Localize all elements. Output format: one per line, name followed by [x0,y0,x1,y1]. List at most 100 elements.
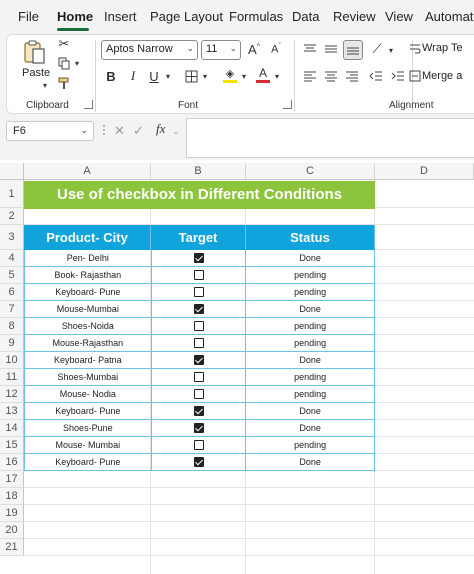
status-cell[interactable]: pending [246,335,375,351]
row-header[interactable]: 15 [0,437,24,454]
clipboard-launcher-icon[interactable] [84,100,93,109]
increase-font-size-button[interactable]: A^ [246,41,262,57]
target-cell[interactable] [152,318,247,334]
cancel-icon[interactable]: ✕ [114,123,125,139]
row-header[interactable]: 16 [0,454,24,471]
row-header[interactable]: 12 [0,386,24,403]
checkbox-unchecked[interactable] [193,321,204,331]
orientation-dropdown-icon[interactable]: ▾ [387,44,395,56]
target-cell[interactable] [152,403,247,419]
decrease-font-size-button[interactable]: Aˇ [268,41,284,57]
checkbox-unchecked[interactable] [193,338,204,348]
copy-dropdown-icon[interactable]: ▾ [73,58,81,68]
menu-data[interactable]: Data [292,9,319,24]
row-header[interactable]: 7 [0,301,24,318]
worksheet-grid[interactable]: A B C D 1 2 3 4 5 6 7 8 9 10 11 12 13 14 15 16 17 18 19 20 2… [0,163,474,574]
row-header[interactable]: 21 [0,539,24,556]
target-cell[interactable] [152,284,247,300]
column-header-b[interactable]: B [151,163,246,180]
more-options-icon[interactable]: ⋮ [98,123,110,137]
status-cell[interactable]: Done [246,403,375,419]
bold-button[interactable]: B [104,68,118,84]
row-header[interactable]: 9 [0,335,24,352]
decrease-indent-button[interactable] [367,67,385,85]
cut-button[interactable]: ✂ [57,36,71,51]
menu-file[interactable]: File [18,9,39,24]
status-cell[interactable]: Done [246,301,375,317]
checkbox-unchecked[interactable] [193,372,204,382]
column-header-d[interactable]: D [375,163,474,180]
product-city-cell[interactable]: Mouse-Mumbai [25,301,152,317]
wrap-text-button[interactable]: Wrap Te [422,42,463,54]
target-cell[interactable] [152,386,247,402]
align-left-button[interactable] [301,67,319,85]
fx-dropdown-icon[interactable]: ⌄ [172,126,180,137]
target-cell[interactable] [152,352,247,368]
row-header[interactable]: 6 [0,284,24,301]
fill-color-dropdown-icon[interactable]: ▾ [240,70,248,82]
menu-formulas[interactable]: Formulas [229,9,283,24]
product-city-cell[interactable]: Keyboard- Pune [25,454,152,470]
checkbox-checked[interactable] [193,423,204,433]
checkbox-checked[interactable] [193,355,204,365]
top-align-button[interactable] [301,40,319,58]
middle-align-button[interactable] [322,40,340,58]
row-header[interactable]: 1 [0,180,24,208]
product-city-cell[interactable]: Mouse- Mumbai [25,437,152,453]
checkbox-unchecked[interactable] [193,270,204,280]
column-header-a[interactable]: A [24,163,151,180]
status-cell[interactable]: pending [246,437,375,453]
target-cell[interactable] [152,420,247,436]
menu-insert[interactable]: Insert [104,9,137,24]
align-right-button[interactable] [343,67,361,85]
copy-button[interactable] [57,56,71,70]
row-header[interactable]: 11 [0,369,24,386]
menu-review[interactable]: Review [333,9,376,24]
paste-button[interactable] [22,38,48,66]
borders-button[interactable] [183,68,199,84]
product-city-cell[interactable]: Keyboard- Pune [25,284,152,300]
checkbox-checked[interactable] [193,457,204,467]
target-cell[interactable] [152,454,247,470]
checkbox-checked[interactable] [193,253,204,263]
paste-dropdown-icon[interactable]: ▾ [40,80,50,90]
status-cell[interactable]: pending [246,369,375,385]
row-header[interactable]: 17 [0,471,24,488]
header-target[interactable]: Target [151,225,246,250]
status-cell[interactable]: pending [246,318,375,334]
status-cell[interactable]: pending [246,267,375,283]
font-color-dropdown-icon[interactable]: ▾ [273,70,281,82]
underline-dropdown-icon[interactable]: ▾ [164,70,172,82]
borders-dropdown-icon[interactable]: ▾ [201,70,209,82]
product-city-cell[interactable]: Mouse- Nodia [25,386,152,402]
target-cell[interactable] [152,250,247,266]
row-header[interactable]: 14 [0,420,24,437]
formula-input[interactable] [186,118,474,158]
checkbox-unchecked[interactable] [193,440,204,450]
status-cell[interactable]: pending [246,284,375,300]
target-cell[interactable] [152,335,247,351]
select-all-corner[interactable] [0,163,24,180]
name-box[interactable]: F6 ⌄ [6,121,94,141]
product-city-cell[interactable]: Keyboard- Patna [25,352,152,368]
header-product-city[interactable]: Product- City [24,225,151,250]
product-city-cell[interactable]: Shoes-Noida [25,318,152,334]
font-color-button[interactable]: A [255,66,271,84]
merge-center-button[interactable]: Merge a [422,70,462,82]
row-header[interactable]: 18 [0,488,24,505]
header-status[interactable]: Status [246,225,375,250]
column-header-c[interactable]: C [246,163,375,180]
sheet-title-cell[interactable]: Use of checkbox in Different Conditions [24,181,375,209]
row-header[interactable]: 19 [0,505,24,522]
product-city-cell[interactable]: Book- Rajasthan [25,267,152,283]
orientation-button[interactable]: ⟋ [368,40,386,58]
product-city-cell[interactable]: Keyboard- Pune [25,403,152,419]
target-cell[interactable] [152,301,247,317]
insert-function-button[interactable]: fx [156,121,165,137]
font-size-select[interactable]: 11 ⌄ [201,40,241,60]
menu-automate[interactable]: Automate [425,9,474,24]
paste-label[interactable]: Paste [22,67,50,79]
row-header[interactable]: 4 [0,250,24,267]
row-header[interactable]: 5 [0,267,24,284]
font-launcher-icon[interactable] [283,100,292,109]
